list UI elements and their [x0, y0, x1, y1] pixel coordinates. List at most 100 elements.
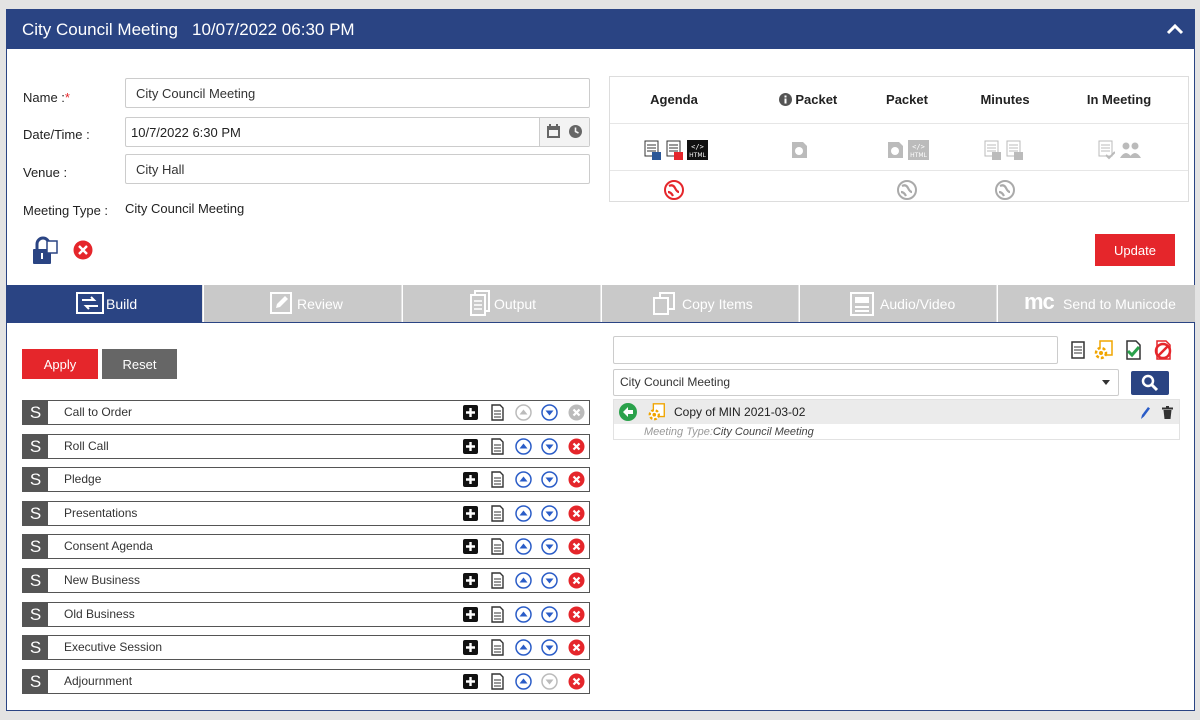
delete-section-icon[interactable]: [568, 572, 585, 589]
packet-doc-icon[interactable]: [886, 140, 905, 160]
tab-audio-video[interactable]: Audio/Video: [800, 285, 997, 322]
tab-copy-items[interactable]: Copy Items: [602, 285, 799, 322]
update-button[interactable]: Update: [1095, 234, 1175, 266]
unlock-icon[interactable]: [32, 236, 58, 266]
section-row[interactable]: S Adjournment: [22, 669, 590, 694]
packet-publish-globe-icon[interactable]: [897, 180, 917, 200]
add-item-icon[interactable]: [462, 606, 479, 623]
section-row[interactable]: S Consent Agenda: [22, 534, 590, 559]
meeting-type-filter-select[interactable]: City Council Meeting: [613, 369, 1119, 396]
tab-build[interactable]: Build: [7, 285, 203, 322]
move-down-icon[interactable]: [541, 673, 558, 690]
section-row[interactable]: S Old Business: [22, 602, 590, 627]
apply-button[interactable]: Apply: [22, 349, 98, 379]
list-document-icon[interactable]: [1067, 339, 1089, 361]
packet-info-doc-icon[interactable]: [790, 140, 809, 160]
search-button[interactable]: [1131, 371, 1169, 395]
reset-button[interactable]: Reset: [102, 349, 177, 379]
move-up-icon[interactable]: [515, 606, 532, 623]
move-up-icon[interactable]: [515, 404, 532, 421]
tab-review[interactable]: Review: [204, 285, 402, 322]
add-item-icon[interactable]: [462, 639, 479, 656]
agenda-html-icon[interactable]: </>HTML: [687, 140, 708, 160]
move-down-icon[interactable]: [541, 505, 558, 522]
move-up-icon[interactable]: [515, 438, 532, 455]
delete-section-icon[interactable]: [568, 673, 585, 690]
copy-item-icon[interactable]: [489, 471, 506, 488]
clock-icon[interactable]: [568, 124, 583, 139]
trash-icon[interactable]: [1162, 406, 1173, 419]
packet-html-icon[interactable]: </>HTML: [908, 140, 929, 160]
copy-item-icon[interactable]: [489, 505, 506, 522]
move-down-icon[interactable]: [541, 606, 558, 623]
move-up-icon[interactable]: [515, 673, 532, 690]
chevron-up-icon[interactable]: [1166, 22, 1184, 36]
delete-section-icon[interactable]: [568, 471, 585, 488]
copy-item-icon[interactable]: [489, 673, 506, 690]
move-down-icon[interactable]: [541, 538, 558, 555]
section-name: Consent Agenda: [64, 539, 153, 553]
in-meeting-doc-icon[interactable]: [1098, 140, 1115, 160]
delete-section-icon[interactable]: [568, 606, 585, 623]
minutes-word-icon[interactable]: [984, 140, 1001, 160]
add-item-icon[interactable]: [462, 572, 479, 589]
add-item-icon[interactable]: [462, 673, 479, 690]
tab-send-to-municode[interactable]: mc Send to Municode: [998, 285, 1196, 322]
section-row[interactable]: S Pledge: [22, 467, 590, 492]
section-row[interactable]: S Presentations: [22, 501, 590, 526]
delete-section-icon[interactable]: [568, 404, 585, 421]
section-badge: S: [23, 468, 48, 491]
copy-item-icon[interactable]: [489, 572, 506, 589]
add-item-icon[interactable]: [462, 538, 479, 555]
calendar-icon[interactable]: [546, 124, 561, 139]
move-down-icon[interactable]: [541, 471, 558, 488]
move-up-icon[interactable]: [515, 572, 532, 589]
move-up-icon[interactable]: [515, 538, 532, 555]
delete-section-icon[interactable]: [568, 538, 585, 555]
delete-section-icon[interactable]: [568, 505, 585, 522]
attendees-icon[interactable]: [1120, 141, 1142, 159]
section-row[interactable]: S Executive Session: [22, 635, 590, 660]
move-down-icon[interactable]: [541, 572, 558, 589]
disable-document-icon[interactable]: [1152, 339, 1174, 361]
add-item-icon[interactable]: [462, 471, 479, 488]
move-down-icon[interactable]: [541, 639, 558, 656]
cancel-icon[interactable]: [73, 240, 93, 260]
datetime-field[interactable]: 10/7/2022 6:30 PM: [125, 117, 590, 147]
copy-item-icon[interactable]: [489, 438, 506, 455]
delete-section-icon[interactable]: [568, 639, 585, 656]
info-icon[interactable]: [778, 93, 792, 106]
copy-item-icon[interactable]: [489, 639, 506, 656]
copy-item-icon[interactable]: [489, 538, 506, 555]
template-result-item[interactable]: Copy of MIN 2021-03-02 Meeting Type:City…: [613, 399, 1180, 440]
move-up-icon[interactable]: [515, 505, 532, 522]
agenda-publish-globe-icon[interactable]: [664, 180, 684, 200]
minutes-publish-globe-icon[interactable]: [995, 180, 1015, 200]
agenda-word-icon[interactable]: [644, 140, 661, 160]
section-row[interactable]: S Call to Order: [22, 400, 590, 425]
move-down-icon[interactable]: [541, 404, 558, 421]
copy-item-icon[interactable]: [489, 404, 506, 421]
packet-column-header: Packet: [886, 92, 928, 107]
section-row[interactable]: S New Business: [22, 568, 590, 593]
add-item-icon[interactable]: [462, 505, 479, 522]
venue-input[interactable]: [125, 154, 590, 184]
tab-output[interactable]: Output: [403, 285, 601, 322]
minutes-pdf-icon[interactable]: [1006, 140, 1023, 160]
apply-template-arrow-icon[interactable]: [619, 403, 637, 421]
add-item-icon[interactable]: [462, 404, 479, 421]
move-down-icon[interactable]: [541, 438, 558, 455]
import-document-icon[interactable]: [1122, 339, 1144, 361]
audio-video-icon: [850, 292, 874, 316]
edit-pencil-icon[interactable]: [1139, 405, 1151, 420]
template-search-input[interactable]: [613, 336, 1058, 364]
add-item-icon[interactable]: [462, 438, 479, 455]
delete-section-icon[interactable]: [568, 438, 585, 455]
move-up-icon[interactable]: [515, 471, 532, 488]
move-up-icon[interactable]: [515, 639, 532, 656]
template-settings-icon[interactable]: [1093, 339, 1115, 361]
section-row[interactable]: S Roll Call: [22, 434, 590, 459]
copy-item-icon[interactable]: [489, 606, 506, 623]
agenda-pdf-icon[interactable]: [666, 140, 683, 160]
name-input[interactable]: [125, 78, 590, 108]
